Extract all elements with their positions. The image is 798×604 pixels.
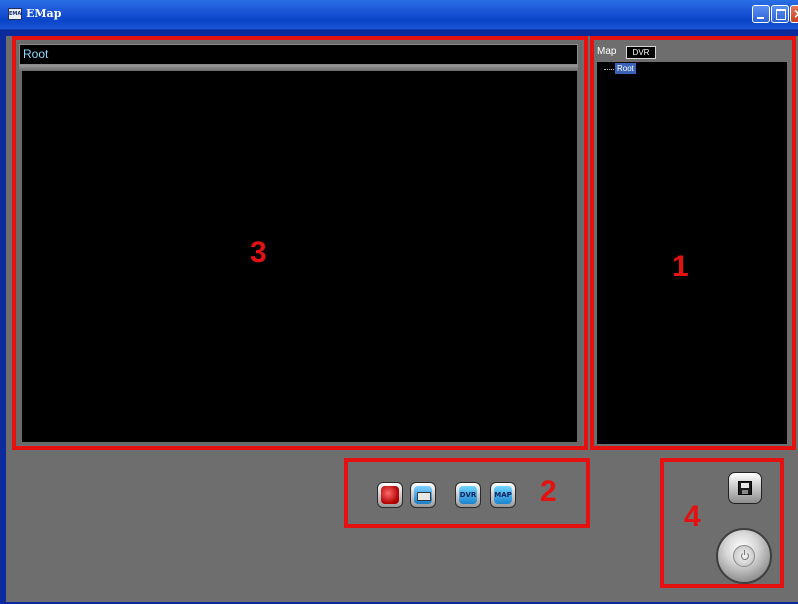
annotation-box-4 (660, 458, 784, 588)
annotation-number-1: 1 (672, 250, 689, 283)
minimize-button[interactable] (752, 5, 770, 23)
annotation-number-2: 2 (540, 475, 557, 508)
maximize-button[interactable] (771, 5, 789, 23)
app-icon: EMAP (8, 8, 22, 20)
annotation-number-4: 4 (684, 500, 701, 533)
title-bar[interactable]: EMAP EMap × (0, 0, 798, 30)
close-button[interactable]: × (790, 5, 798, 23)
window-title: EMap (26, 7, 62, 20)
annotation-box-3 (12, 36, 588, 450)
annotation-number-3: 3 (250, 236, 267, 269)
close-icon: × (793, 7, 798, 22)
annotation-box-1 (590, 36, 796, 450)
